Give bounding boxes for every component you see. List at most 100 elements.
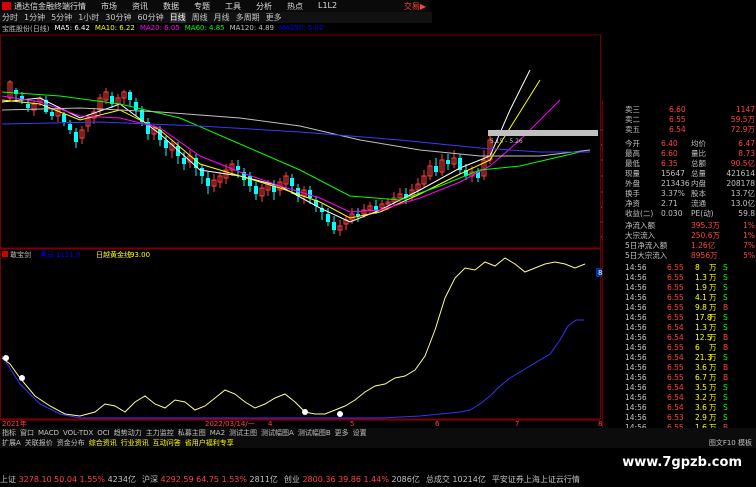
order-book-price: 6.54 (669, 125, 686, 134)
candle-body (50, 112, 54, 116)
index-change: 50.04 (51, 475, 78, 484)
info-row: 收益(二) 0.030 PE(动) 59.8 (603, 208, 756, 219)
candle-body (74, 132, 78, 142)
info-value: 0.030 (661, 209, 683, 218)
candle-body (182, 158, 186, 164)
total-turnover: 总成交 10214亿 (425, 475, 486, 484)
index-value: 3278.10 (16, 475, 52, 484)
index-value: 4292.59 (157, 475, 194, 484)
date-tick: 5 (350, 420, 354, 428)
indicator-tab[interactable]: 测试主图 (229, 428, 257, 438)
candle-body (290, 178, 294, 186)
date-tick: 4 (268, 420, 273, 428)
index-name: 沪深 (141, 475, 158, 484)
index-amount: 2811亿 (247, 475, 278, 484)
candle-body (134, 102, 138, 110)
candle-body (26, 104, 30, 108)
candle-body (254, 186, 258, 194)
price-range-label: 5.15 - 5.26 (490, 138, 523, 145)
ma20-line (1, 95, 561, 213)
order-book-volume: 72.9万 (730, 125, 755, 134)
date-tick: 7 (515, 420, 519, 428)
index-value: 2800.36 (299, 475, 336, 484)
info-label: PE(动) (691, 209, 714, 218)
f10-template-button[interactable]: 图文F10 模板 (709, 438, 756, 448)
info-tab[interactable]: 综合资讯 (89, 438, 117, 448)
signal-marker-icon (3, 355, 9, 361)
indicator-legend-item: 日越黄金线 (96, 250, 131, 259)
indicator-icon (2, 251, 8, 257)
index-quote[interactable]: 沪深 4292.59 64.75 1.53% 2811亿 (142, 474, 278, 485)
info-tab[interactable]: 行业资讯 (121, 438, 149, 448)
indicator-tab[interactable]: 窗口 (20, 428, 34, 438)
indicator-tab[interactable]: 指标 (2, 428, 16, 438)
watermark: www.7gpzb.com (622, 455, 742, 470)
index-quote[interactable]: 上证 3278.10 50.04 1.55% 4234亿 (0, 474, 136, 485)
index-change: 39.86 (335, 475, 361, 484)
flow-share: 5% (743, 251, 755, 260)
index-pct: 1.53% (219, 475, 247, 484)
candle-body (446, 160, 450, 164)
indicator-tabs: 指标 窗口 MACD VOL-TDX OCI 趋势动力 主力监控 私募主图 MA2 测试主图 测试幅… (0, 428, 756, 438)
signal-marker-icon (19, 375, 25, 381)
candle-body (374, 206, 378, 210)
candle-body (326, 214, 330, 222)
ma5-line (1, 69, 531, 223)
date-tick: 6 (435, 420, 440, 428)
info-tab[interactable]: 互动问答 (153, 438, 181, 448)
index-amount: 2086亿 (388, 475, 420, 484)
indicator-legend-item: 黑马 (40, 251, 54, 259)
indicator-tab[interactable]: VOL-TDX (63, 428, 93, 438)
index-change: 64.75 (193, 475, 220, 484)
indicator-tab[interactable]: MA2 (210, 428, 225, 438)
indicator-tab[interactable]: MACD (38, 428, 59, 438)
candle-body (68, 124, 72, 130)
info-value: 59.8 (738, 209, 755, 218)
candle-body (308, 190, 312, 198)
price-range-box (488, 130, 598, 136)
candle-body (248, 176, 252, 186)
signal-marker-icon (337, 411, 343, 417)
indicator-tab[interactable]: 测试幅图A (261, 428, 294, 438)
indicator-tab[interactable]: 测试幅图B (298, 428, 331, 438)
info-tab[interactable]: 关联报价 (25, 438, 53, 448)
candle-body (206, 178, 210, 186)
candle-body (200, 168, 204, 176)
blue-line (1, 319, 584, 419)
candle-body (128, 92, 132, 100)
indicator-tab[interactable]: 设置 (353, 428, 367, 438)
indicator-tab[interactable]: 趋势动力 (114, 428, 142, 438)
indicator-legend-item: 93.00 (130, 251, 150, 259)
yellow-line (1, 257, 586, 417)
info-tab[interactable]: 资金分布 (57, 438, 85, 448)
index-name: 上证 (0, 475, 16, 484)
index-name: 创业 (283, 475, 300, 484)
indicator-tab[interactable]: 私募主图 (178, 428, 206, 438)
quote-panel: 卖三 6.60 1147 卖二 6.55 59.5万 卖五 6.54 72.9万 今开 6.40 均价… (602, 100, 756, 436)
index-quote[interactable]: 创业 2800.36 39.86 1.44% 2086亿 (284, 474, 420, 485)
indicator-tab[interactable]: 更多 (335, 428, 349, 438)
index-pct: 1.44% (360, 475, 389, 484)
info-tab[interactable]: 扩展A (2, 438, 21, 448)
candle-body (236, 166, 240, 170)
ma10-line (1, 79, 541, 219)
info-tab[interactable]: 省用户福利专享 (185, 438, 234, 448)
info-tabs: 扩展A 关联报价 资金分布 综合资讯 行业资讯 互动问答 省用户福利专享 图文F10 模板 (0, 438, 756, 448)
signal-marker-icon (302, 409, 308, 415)
indicator-name: 敢宝剑 (10, 250, 31, 259)
date-tick: 2022/03/14/一 (205, 420, 255, 428)
flow-label: 5日大宗流入 (625, 251, 668, 260)
candle-body (62, 114, 66, 122)
flow-value: 8956万 (691, 251, 718, 260)
flow-row: 5日大宗流入 8956万 5% (603, 250, 756, 261)
indicator-tab[interactable]: OCI (97, 428, 109, 438)
indicator-legend-item: 1111.0 (56, 251, 81, 259)
order-book-row: 卖五 6.54 72.9万 (603, 124, 756, 135)
indicator-legend: 敢宝剑 黑马 1111.0 日越黄金线 93.00 (2, 250, 150, 259)
info-label: 收益(二) (625, 209, 654, 218)
candle-body (434, 166, 438, 172)
candle-body (332, 222, 336, 230)
indicator-tab[interactable]: 主力监控 (146, 428, 174, 438)
index-amount: 4234亿 (105, 475, 136, 484)
indicator-panel-frame (0, 248, 601, 420)
